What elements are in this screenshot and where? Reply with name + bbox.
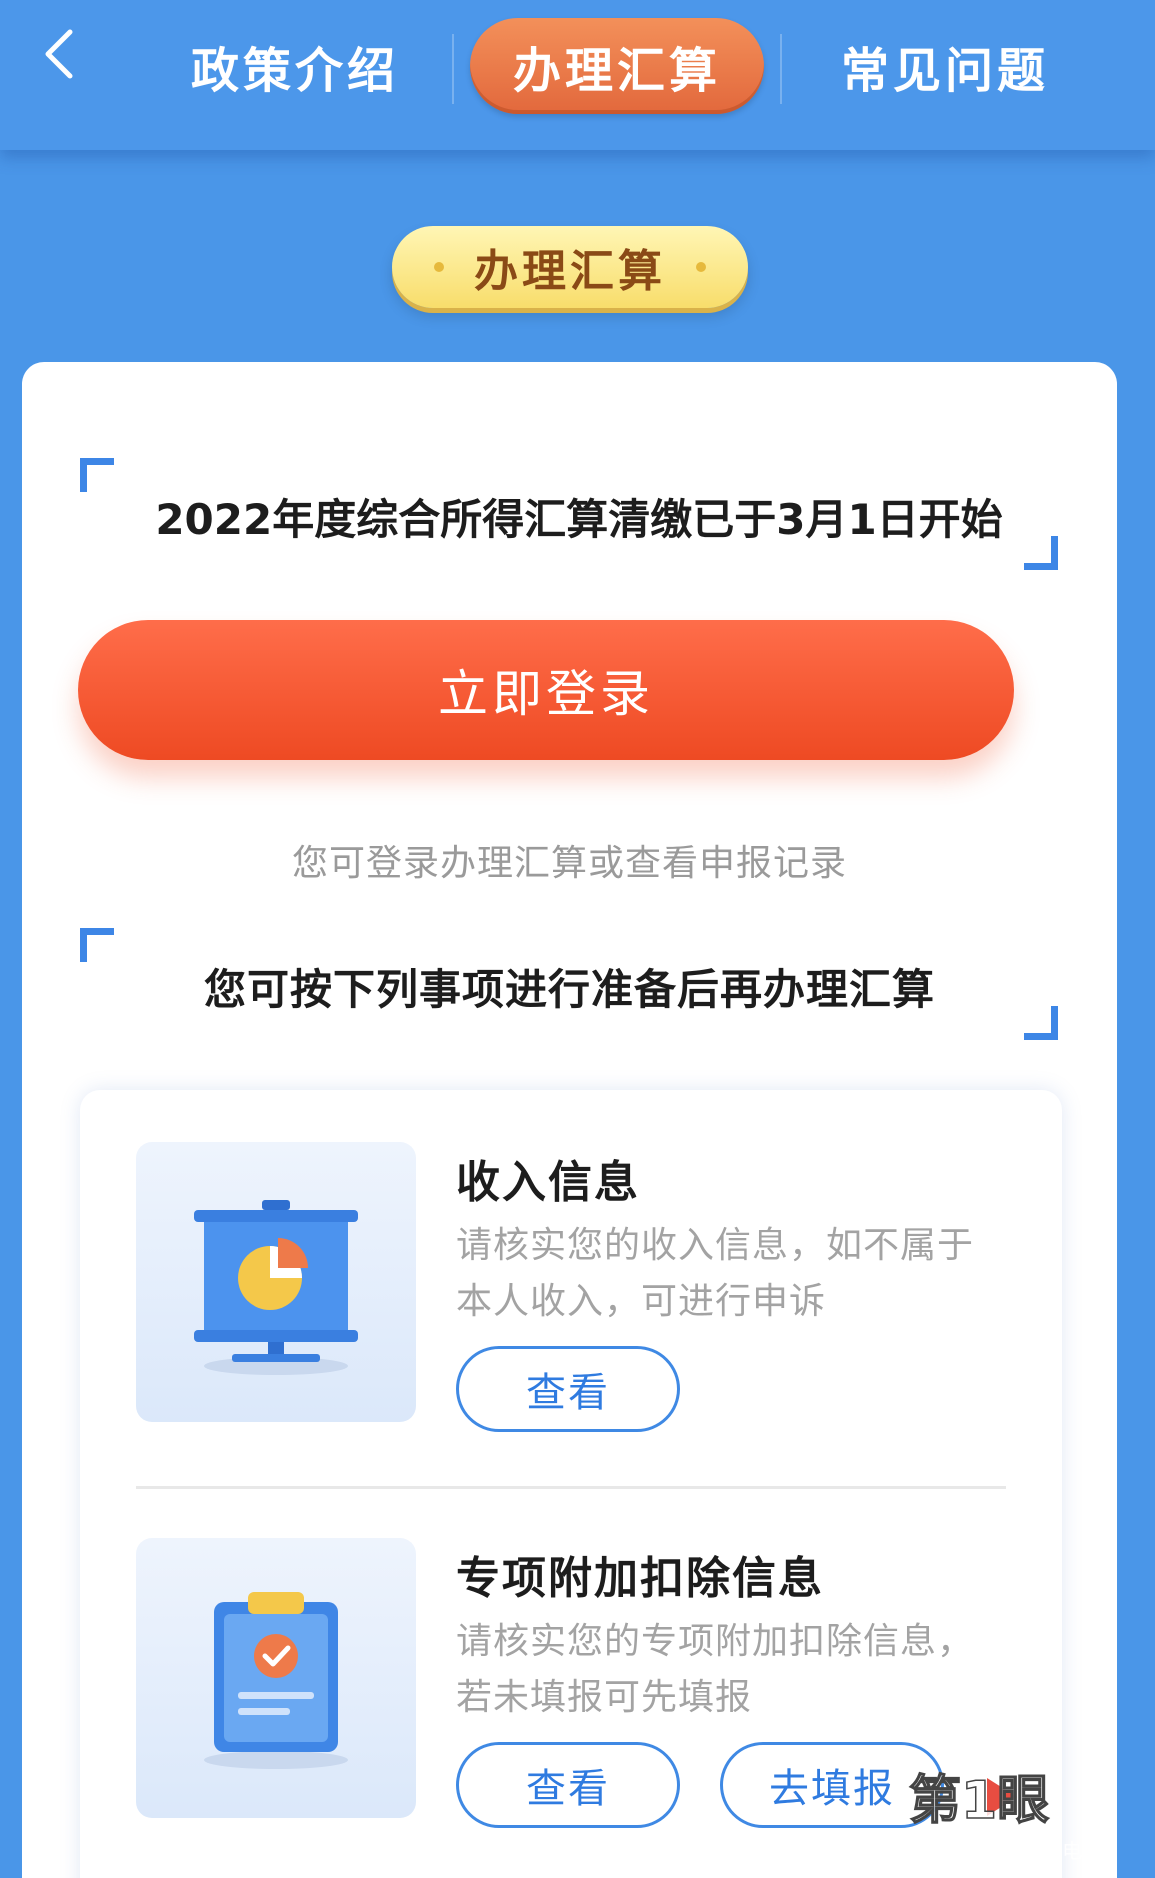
item-description-line: 若未填报可先填报 — [456, 1677, 753, 1718]
tab-divider — [780, 34, 782, 104]
login-button[interactable]: 立即登录 — [78, 620, 1014, 760]
tab-faq[interactable]: 常见问题 — [815, 18, 1075, 114]
app-page: 政策介绍 办理汇算 常见问题 办理汇算 2022年度综合所得汇算清缴已于3月1日… — [0, 0, 1155, 1878]
deduction-illustration — [136, 1538, 416, 1818]
watermark-main-text: 第1眼 — [909, 1771, 1049, 1831]
preparation-title: 您可按下列事项进行准备后再办理汇算 — [203, 965, 935, 1014]
income-illustration — [136, 1142, 416, 1422]
login-hint-text: 您可登录办理汇算或查看申报记录 — [291, 843, 847, 884]
main-card: 2022年度综合所得汇算清缴已于3月1日开始 立即登录 您可登录办理汇算或查看申… — [22, 362, 1117, 1878]
tab-process-settlement[interactable]: 办理汇算 — [470, 18, 764, 114]
announcement-headline: 2022年度综合所得汇算清缴已于3月1日开始 — [155, 495, 1003, 544]
item-description-line: 请核实您的专项附加扣除信息， — [456, 1621, 975, 1662]
back-button[interactable] — [28, 22, 92, 86]
item-description-line: 请核实您的收入信息，如不属于 — [456, 1225, 975, 1266]
watermark-sub-text: 重 庆 广 电 — [911, 1839, 1094, 1863]
view-deductions-button[interactable]: 查看 — [456, 1742, 680, 1828]
section-header-label: 办理汇算 — [474, 246, 666, 297]
broadcaster-watermark-logo: 第1眼 重 庆 广 电 — [905, 1752, 1145, 1872]
watermark-logo-icon: 第1眼 重 庆 广 电 — [908, 1762, 1094, 1863]
presentation-chart-icon — [194, 1200, 358, 1375]
item-description: 请核实您的收入信息，如不属于 本人收入，可进行申诉 — [456, 1218, 1016, 1330]
view-income-button[interactable]: 查看 — [456, 1346, 680, 1432]
tab-divider — [452, 34, 454, 104]
chevron-left-icon — [45, 29, 73, 79]
item-description: 请核实您的专项附加扣除信息， 若未填报可先填报 — [456, 1614, 1016, 1726]
list-item-special-deductions: 专项附加扣除信息 请核实您的专项附加扣除信息， 若未填报可先填报 查看 去填报 — [80, 1486, 1062, 1828]
clipboard-check-icon — [204, 1592, 348, 1769]
pill-dot-right — [696, 262, 706, 272]
section-header-pill: 办理汇算 — [392, 226, 748, 308]
list-item-income-info: 收入信息 请核实您的收入信息，如不属于 本人收入，可进行申诉 查看 — [80, 1090, 1062, 1432]
item-title: 收入信息 — [456, 1157, 640, 1208]
corner-bracket-top-left — [80, 458, 114, 492]
item-description-line: 本人收入，可进行申诉 — [456, 1281, 827, 1322]
item-title: 专项附加扣除信息 — [456, 1553, 824, 1604]
pill-dot-left — [434, 262, 444, 272]
top-nav-bar: 政策介绍 办理汇算 常见问题 — [0, 0, 1155, 150]
tab-policy-intro[interactable]: 政策介绍 — [170, 18, 420, 114]
